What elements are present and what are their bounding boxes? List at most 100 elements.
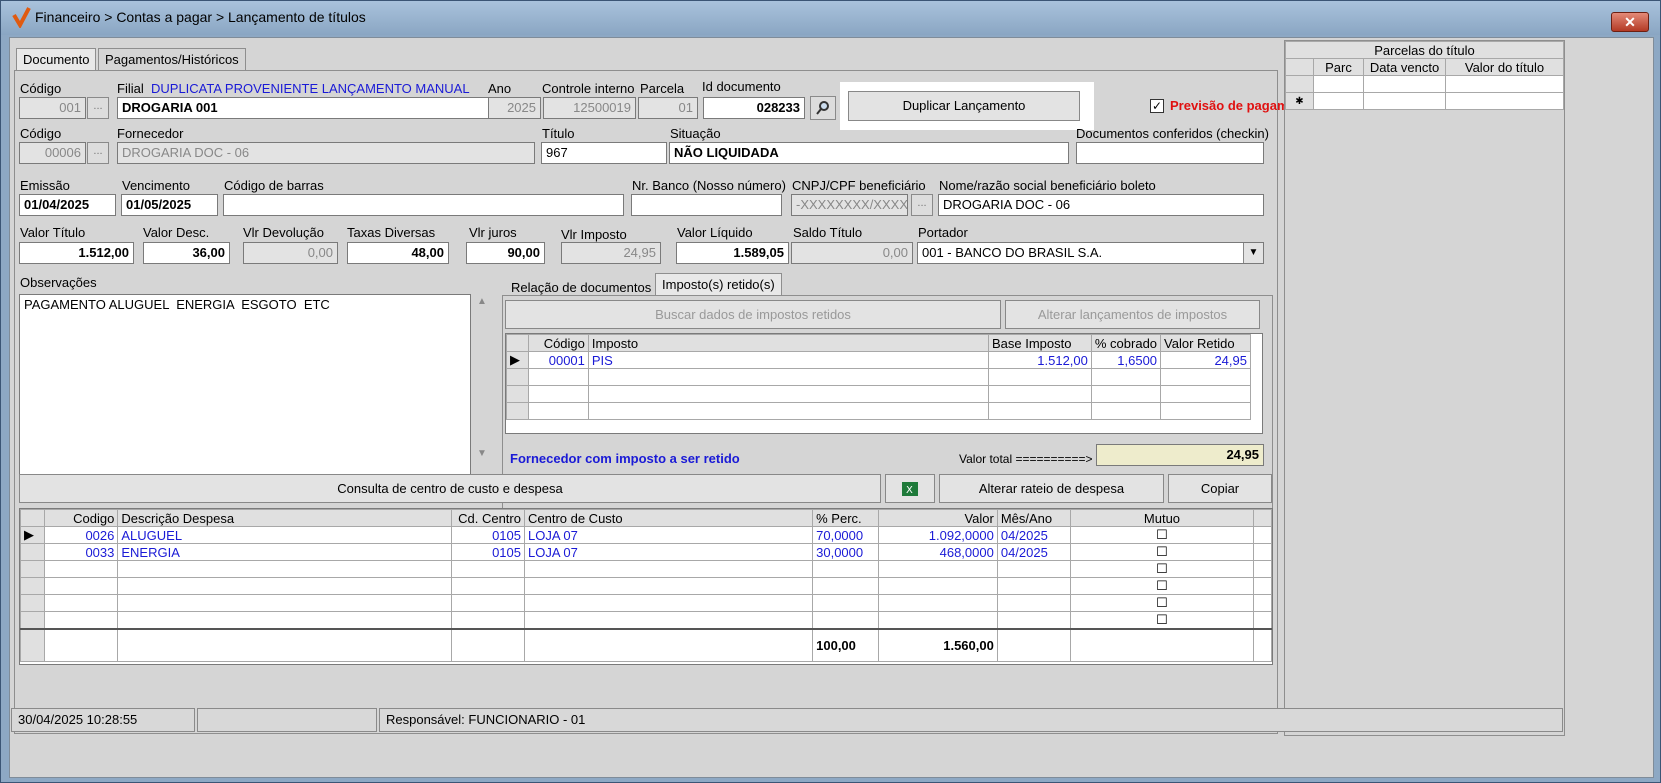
consulta-centro-custo-button[interactable]: Consulta de centro de custo e despesa [19, 474, 881, 503]
search-document-button[interactable] [810, 96, 836, 120]
title-bar: Financeiro > Contas a pagar > Lançamento… [1, 1, 1660, 35]
label-emissao: Emissão [20, 178, 70, 193]
magnifier-icon [816, 101, 829, 115]
label-filial: Filial [117, 81, 144, 96]
cnpj-field[interactable]: -XXXXXXXX/XXXX-XX [791, 194, 908, 216]
col-descricao-despesa: Descrição Despesa [117, 509, 452, 527]
col-centro-custo: Centro de Custo [523, 509, 814, 527]
cnpj-lookup-button[interactable]: ... [911, 194, 933, 216]
excel-export-button[interactable]: X [885, 474, 935, 503]
codigo-barras-field[interactable] [223, 194, 624, 216]
label-codigo-fornecedor: Código [20, 126, 62, 141]
tab-documento[interactable]: Documento [16, 48, 97, 70]
label-vencimento: Vencimento [122, 178, 190, 193]
parcelas-title: Parcelas do título [1285, 41, 1564, 59]
mutuo-checkbox[interactable]: ☐ [1070, 526, 1254, 544]
ano-field[interactable]: 2025 [488, 97, 541, 119]
label-parcela: Parcela [640, 81, 685, 96]
parcelas-panel [1284, 40, 1565, 736]
scroll-down-icon[interactable]: ▼ [477, 448, 487, 459]
valor-liquido-field[interactable]: 1.589,05 [676, 242, 789, 264]
table-row[interactable]: ▶ 0026 ALUGUEL 0105 LOJA 07 70,0000 1.092,0000… [19, 526, 1273, 544]
copiar-button[interactable]: Copiar [1168, 474, 1272, 503]
valor-total-label: Valor total ==========> [959, 452, 1093, 466]
chevron-down-icon[interactable]: ▼ [1243, 243, 1263, 263]
table-row[interactable]: ▶ 00001 PIS 1.512,00 1,6500 24,95 [506, 351, 1251, 369]
id-documento-field[interactable]: 028233 [703, 97, 805, 119]
fornecedor-lookup-button[interactable]: ... [87, 142, 109, 164]
saldo-titulo-field[interactable]: 0,00 [791, 242, 913, 264]
impostos-grid[interactable]: Código Imposto Base Imposto% cobrado Valor … [505, 333, 1263, 434]
close-button[interactable]: ✕ [1611, 12, 1649, 32]
mutuo-checkbox[interactable]: ☐ [1070, 611, 1254, 630]
window-title: Financeiro > Contas a pagar > Lançamento… [35, 9, 366, 25]
despesa-grid[interactable]: Codigo Descrição Despesa Cd. Centro Centro … [19, 508, 1273, 665]
label-vlr-devolucao: Vlr Devolução [243, 225, 324, 240]
filial-field[interactable]: DROGARIA 001 [117, 97, 490, 119]
scroll-up-icon[interactable]: ▲ [477, 296, 487, 307]
new-row-indicator-icon: ✱ [1285, 92, 1314, 110]
valor-desc-field[interactable]: 36,00 [143, 242, 230, 264]
label-situacao: Situação [670, 126, 721, 141]
label-fornecedor: Fornecedor [117, 126, 184, 141]
vlr-juros-field[interactable]: 90,00 [466, 242, 545, 264]
buscar-impostos-button[interactable]: Buscar dados de impostos retidos [505, 300, 1001, 329]
codigo-fornecedor-field[interactable]: 00006 [19, 142, 86, 164]
col-mutuo: Mutuo [1070, 509, 1254, 527]
vencimento-field[interactable]: 01/05/2025 [121, 194, 218, 216]
nome-beneficiario-field[interactable]: DROGARIA DOC - 06 [938, 194, 1264, 216]
vlr-imposto-field[interactable]: 24,95 [561, 242, 661, 264]
label-valor-desc: Valor Desc. [143, 225, 210, 240]
col-perc: % Perc. [812, 509, 880, 527]
svg-text:X: X [906, 485, 913, 496]
label-cnpj: CNPJ/CPF beneficiário [792, 178, 926, 193]
parcela-field[interactable]: 01 [638, 97, 698, 119]
table-row[interactable]: 0033 ENERGIA 0105 LOJA 07 30,0000 468,0000 04/… [19, 543, 1273, 561]
duplicar-lancamento-button[interactable]: Duplicar Lançamento [848, 91, 1080, 121]
label-id-documento: Id documento [702, 79, 781, 94]
tab-impostos-retidos[interactable]: Imposto(s) retido(s) [655, 273, 782, 295]
valor-titulo-field[interactable]: 1.512,00 [19, 242, 134, 264]
taxas-diversas-field[interactable]: 48,00 [347, 242, 449, 264]
fornecedor-field[interactable]: DROGARIA DOC - 06 [117, 142, 535, 164]
status-responsavel: Responsável: FUNCIONARIO - 01 [379, 708, 1563, 732]
col-parc: Parc [1313, 58, 1364, 76]
label-observacoes: Observações [20, 275, 97, 290]
codigo-lookup-button[interactable]: ... [87, 97, 109, 119]
row-pointer-icon: ▶ [19, 526, 46, 544]
observacoes-textarea[interactable]: PAGAMENTO ALUGUEL ENERGIA ESGOTO ETC [19, 294, 471, 503]
alterar-rateio-button[interactable]: Alterar rateio de despesa [939, 474, 1164, 503]
label-vlr-juros: Vlr juros [469, 225, 517, 240]
docs-conferidos-field[interactable] [1076, 142, 1264, 164]
row-pointer-icon: ▶ [506, 351, 529, 369]
label-vlr-imposto: Vlr Imposto [561, 227, 627, 242]
mutuo-checkbox[interactable]: ☐ [1070, 560, 1254, 578]
label-taxas-diversas: Taxas Diversas [347, 225, 436, 240]
label-codigo: Código [20, 81, 62, 96]
portador-select[interactable]: 001 - BANCO DO BRASIL S.A. [917, 242, 1264, 264]
controle-interno-field[interactable]: 12500019 [543, 97, 636, 119]
mutuo-checkbox[interactable]: ☐ [1070, 594, 1254, 612]
mutuo-checkbox[interactable]: ☐ [1070, 577, 1254, 595]
parcelas-grid[interactable]: Parcelas do título Parc Data vencto Valor … [1285, 41, 1564, 113]
label-nr-banco: Nr. Banco (Nosso número) [632, 178, 786, 193]
tab-pagamentos-historicos[interactable]: Pagamentos/Históricos [98, 48, 246, 70]
previsao-checkbox[interactable]: ✓ [1150, 99, 1164, 113]
mutuo-checkbox[interactable]: ☐ [1070, 543, 1254, 561]
tab-relacao-documentos[interactable]: Relação de documentos [511, 280, 651, 295]
col-codigo: Código [527, 334, 589, 352]
col-imposto: Imposto [587, 334, 989, 352]
emissao-field[interactable]: 01/04/2025 [19, 194, 116, 216]
titulo-field[interactable]: 967 [541, 142, 667, 164]
alterar-impostos-button[interactable]: Alterar lançamentos de impostos [1005, 300, 1260, 329]
label-portador: Portador [918, 225, 968, 240]
vlr-devolucao-field[interactable]: 0,00 [243, 242, 338, 264]
label-docs-conferidos: Documentos conferidos (checkin) [1076, 126, 1269, 141]
col-perc-cobrado: % cobrado [1090, 334, 1162, 352]
col-valor-titulo: Valor do título [1445, 58, 1564, 76]
main-window: Financeiro > Contas a pagar > Lançamento… [0, 0, 1661, 783]
nr-banco-field[interactable] [631, 194, 782, 216]
codigo-field[interactable]: 001 [19, 97, 86, 119]
col-valor-retido: Valor Retido [1160, 334, 1251, 352]
label-codigo-barras: Código de barras [224, 178, 324, 193]
